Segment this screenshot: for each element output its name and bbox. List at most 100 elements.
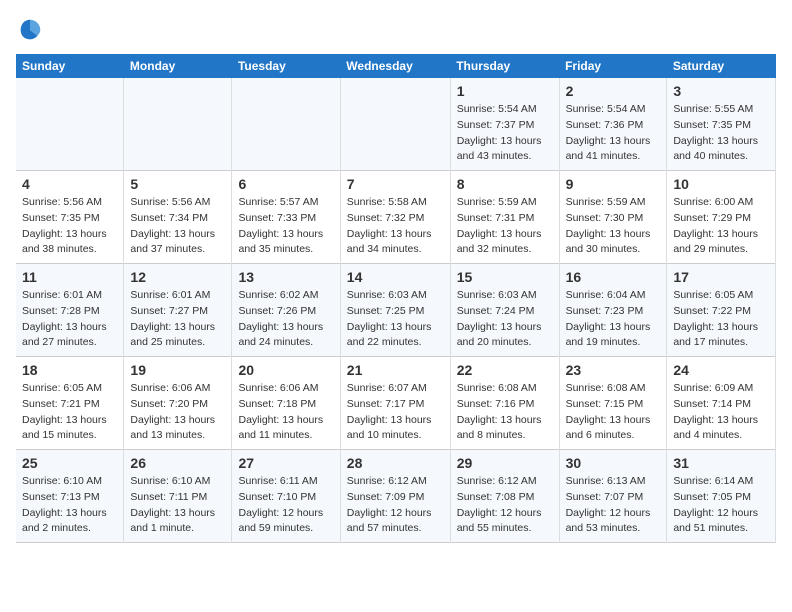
day-cell: 1 Sunrise: 5:54 AM Sunset: 7:37 PM Daylig… <box>450 78 559 171</box>
col-header-thursday: Thursday <box>450 54 559 78</box>
day-info: Sunrise: 5:58 AM Sunset: 7:32 PM Dayligh… <box>347 195 444 258</box>
day-cell: 11 Sunrise: 6:01 AM Sunset: 7:28 PM Dayli… <box>16 264 124 357</box>
day-cell: 15 Sunrise: 6:03 AM Sunset: 7:24 PM Dayli… <box>450 264 559 357</box>
day-cell <box>16 78 124 171</box>
day-cell: 6 Sunrise: 5:57 AM Sunset: 7:33 PM Daylig… <box>232 171 340 264</box>
day-number: 6 <box>238 176 333 192</box>
day-info: Sunrise: 6:08 AM Sunset: 7:16 PM Dayligh… <box>457 381 553 444</box>
col-header-tuesday: Tuesday <box>232 54 340 78</box>
day-cell: 16 Sunrise: 6:04 AM Sunset: 7:23 PM Dayli… <box>559 264 667 357</box>
calendar-table: SundayMondayTuesdayWednesdayThursdayFrid… <box>16 54 776 543</box>
day-cell: 12Sunrise: 6:01 AM Sunset: 7:27 PM Dayli… <box>124 264 232 357</box>
week-row-4: 18Sunrise: 6:05 AM Sunset: 7:21 PM Dayli… <box>16 357 776 450</box>
day-cell: 26 Sunrise: 6:10 AM Sunset: 7:11 PM Dayli… <box>124 450 232 543</box>
day-number: 31 <box>673 455 769 471</box>
col-header-saturday: Saturday <box>667 54 776 78</box>
day-number: 10 <box>673 176 769 192</box>
day-cell: 23Sunrise: 6:08 AM Sunset: 7:15 PM Dayli… <box>559 357 667 450</box>
week-row-3: 11 Sunrise: 6:01 AM Sunset: 7:28 PM Dayli… <box>16 264 776 357</box>
day-cell: 21 Sunrise: 6:07 AM Sunset: 7:17 PM Dayli… <box>340 357 450 450</box>
day-cell: 7 Sunrise: 5:58 AM Sunset: 7:32 PM Daylig… <box>340 171 450 264</box>
day-info: Sunrise: 6:06 AM Sunset: 7:20 PM Dayligh… <box>130 381 225 444</box>
calendar-header: SundayMondayTuesdayWednesdayThursdayFrid… <box>16 54 776 78</box>
day-number: 16 <box>566 269 661 285</box>
logo <box>16 16 48 44</box>
day-info: Sunrise: 5:56 AM Sunset: 7:35 PM Dayligh… <box>22 195 117 258</box>
day-cell: 10 Sunrise: 6:00 AM Sunset: 7:29 PM Dayli… <box>667 171 776 264</box>
day-number: 2 <box>566 83 661 99</box>
day-cell: 20 Sunrise: 6:06 AM Sunset: 7:18 PM Dayli… <box>232 357 340 450</box>
day-info: Sunrise: 6:09 AM Sunset: 7:14 PM Dayligh… <box>673 381 769 444</box>
day-cell: 31 Sunrise: 6:14 AM Sunset: 7:05 PM Dayli… <box>667 450 776 543</box>
day-info: Sunrise: 6:02 AM Sunset: 7:26 PM Dayligh… <box>238 288 333 351</box>
col-header-monday: Monday <box>124 54 232 78</box>
day-info: Sunrise: 6:04 AM Sunset: 7:23 PM Dayligh… <box>566 288 661 351</box>
day-number: 15 <box>457 269 553 285</box>
day-info: Sunrise: 5:59 AM Sunset: 7:31 PM Dayligh… <box>457 195 553 258</box>
week-row-1: 1 Sunrise: 5:54 AM Sunset: 7:37 PM Daylig… <box>16 78 776 171</box>
day-cell: 13 Sunrise: 6:02 AM Sunset: 7:26 PM Dayli… <box>232 264 340 357</box>
day-info: Sunrise: 6:07 AM Sunset: 7:17 PM Dayligh… <box>347 381 444 444</box>
day-info: Sunrise: 6:10 AM Sunset: 7:11 PM Dayligh… <box>130 474 225 537</box>
day-number: 25 <box>22 455 117 471</box>
day-info: Sunrise: 6:13 AM Sunset: 7:07 PM Dayligh… <box>566 474 661 537</box>
day-info: Sunrise: 6:12 AM Sunset: 7:08 PM Dayligh… <box>457 474 553 537</box>
day-info: Sunrise: 6:01 AM Sunset: 7:27 PM Dayligh… <box>130 288 225 351</box>
day-number: 26 <box>130 455 225 471</box>
day-info: Sunrise: 5:55 AM Sunset: 7:35 PM Dayligh… <box>673 102 769 165</box>
day-cell: 18Sunrise: 6:05 AM Sunset: 7:21 PM Dayli… <box>16 357 124 450</box>
day-cell: 3 Sunrise: 5:55 AM Sunset: 7:35 PM Daylig… <box>667 78 776 171</box>
col-header-wednesday: Wednesday <box>340 54 450 78</box>
day-number: 17 <box>673 269 769 285</box>
day-cell: 9 Sunrise: 5:59 AM Sunset: 7:30 PM Daylig… <box>559 171 667 264</box>
day-number: 11 <box>22 269 117 285</box>
day-info: Sunrise: 5:59 AM Sunset: 7:30 PM Dayligh… <box>566 195 661 258</box>
day-number: 7 <box>347 176 444 192</box>
day-cell: 22 Sunrise: 6:08 AM Sunset: 7:16 PM Dayli… <box>450 357 559 450</box>
day-number: 20 <box>238 362 333 378</box>
day-number: 18 <box>22 362 117 378</box>
day-number: 14 <box>347 269 444 285</box>
logo-icon <box>16 16 44 44</box>
day-info: Sunrise: 6:14 AM Sunset: 7:05 PM Dayligh… <box>673 474 769 537</box>
day-cell <box>124 78 232 171</box>
day-info: Sunrise: 5:54 AM Sunset: 7:37 PM Dayligh… <box>457 102 553 165</box>
day-cell: 19 Sunrise: 6:06 AM Sunset: 7:20 PM Dayli… <box>124 357 232 450</box>
day-info: Sunrise: 6:08 AM Sunset: 7:15 PM Dayligh… <box>566 381 661 444</box>
day-number: 22 <box>457 362 553 378</box>
week-row-2: 4 Sunrise: 5:56 AM Sunset: 7:35 PM Daylig… <box>16 171 776 264</box>
day-info: Sunrise: 6:11 AM Sunset: 7:10 PM Dayligh… <box>238 474 333 537</box>
day-number: 19 <box>130 362 225 378</box>
day-number: 13 <box>238 269 333 285</box>
day-info: Sunrise: 5:56 AM Sunset: 7:34 PM Dayligh… <box>130 195 225 258</box>
day-cell: 25 Sunrise: 6:10 AM Sunset: 7:13 PM Dayli… <box>16 450 124 543</box>
day-number: 3 <box>673 83 769 99</box>
day-cell: 14Sunrise: 6:03 AM Sunset: 7:25 PM Dayli… <box>340 264 450 357</box>
page-header <box>16 16 776 44</box>
day-info: Sunrise: 6:12 AM Sunset: 7:09 PM Dayligh… <box>347 474 444 537</box>
day-number: 28 <box>347 455 444 471</box>
day-number: 1 <box>457 83 553 99</box>
day-cell: 24Sunrise: 6:09 AM Sunset: 7:14 PM Dayli… <box>667 357 776 450</box>
day-info: Sunrise: 6:06 AM Sunset: 7:18 PM Dayligh… <box>238 381 333 444</box>
day-info: Sunrise: 6:00 AM Sunset: 7:29 PM Dayligh… <box>673 195 769 258</box>
day-cell: 4 Sunrise: 5:56 AM Sunset: 7:35 PM Daylig… <box>16 171 124 264</box>
day-number: 21 <box>347 362 444 378</box>
day-cell: 17Sunrise: 6:05 AM Sunset: 7:22 PM Dayli… <box>667 264 776 357</box>
day-number: 30 <box>566 455 661 471</box>
day-info: Sunrise: 5:57 AM Sunset: 7:33 PM Dayligh… <box>238 195 333 258</box>
day-info: Sunrise: 6:01 AM Sunset: 7:28 PM Dayligh… <box>22 288 117 351</box>
day-cell: 29Sunrise: 6:12 AM Sunset: 7:08 PM Dayli… <box>450 450 559 543</box>
day-cell: 5Sunrise: 5:56 AM Sunset: 7:34 PM Daylig… <box>124 171 232 264</box>
day-cell: 30 Sunrise: 6:13 AM Sunset: 7:07 PM Dayli… <box>559 450 667 543</box>
day-cell: 27 Sunrise: 6:11 AM Sunset: 7:10 PM Dayli… <box>232 450 340 543</box>
day-number: 9 <box>566 176 661 192</box>
day-info: Sunrise: 6:10 AM Sunset: 7:13 PM Dayligh… <box>22 474 117 537</box>
day-number: 4 <box>22 176 117 192</box>
day-cell: 28 Sunrise: 6:12 AM Sunset: 7:09 PM Dayli… <box>340 450 450 543</box>
day-cell: 8Sunrise: 5:59 AM Sunset: 7:31 PM Daylig… <box>450 171 559 264</box>
day-cell: 2Sunrise: 5:54 AM Sunset: 7:36 PM Daylig… <box>559 78 667 171</box>
day-number: 27 <box>238 455 333 471</box>
week-row-5: 25 Sunrise: 6:10 AM Sunset: 7:13 PM Dayli… <box>16 450 776 543</box>
day-info: Sunrise: 6:03 AM Sunset: 7:24 PM Dayligh… <box>457 288 553 351</box>
